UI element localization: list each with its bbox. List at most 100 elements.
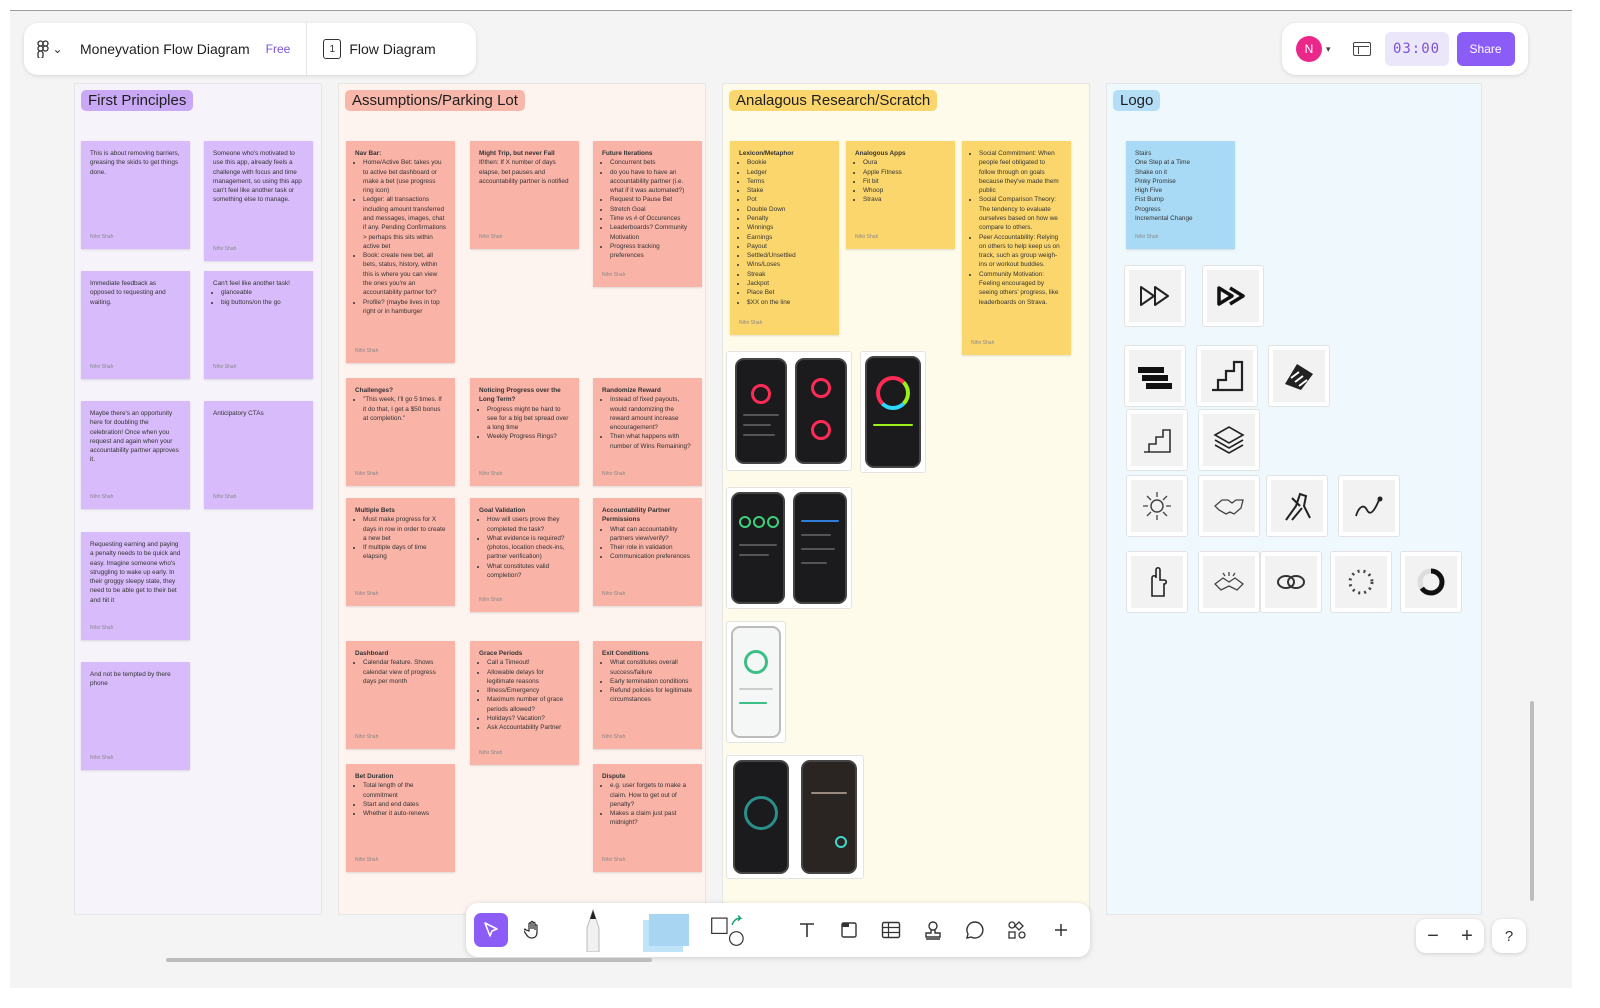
logo-tile[interactable] <box>1260 551 1322 613</box>
app-screenshot[interactable] <box>726 621 786 743</box>
logo-tile[interactable] <box>1198 475 1260 537</box>
sticky-note[interactable]: Maybe there's an opportunity here for do… <box>81 401 190 509</box>
note-line: Fist Bump <box>1135 196 1164 204</box>
logo-tile[interactable] <box>1124 345 1186 407</box>
section-title[interactable]: First Principles <box>81 90 194 111</box>
note-bullet: Whether it auto-renews <box>363 809 446 818</box>
section-tool-button[interactable] <box>832 913 866 947</box>
sticky-note[interactable]: Analogous Apps Oura Apple Fitness Fit bi… <box>846 141 955 249</box>
pen-tool-button[interactable] <box>576 907 610 953</box>
share-button[interactable]: Share <box>1456 32 1515 66</box>
app-screenshot[interactable] <box>726 755 864 879</box>
sticky-note[interactable]: Exit Conditions What constitutes overall… <box>593 641 702 749</box>
more-tools-button[interactable] <box>1044 913 1078 947</box>
comment-tool-button[interactable] <box>958 913 992 947</box>
steps-ring-icon <box>744 650 768 674</box>
sticky-note[interactable]: Dashboard Calendar feature. Shows calend… <box>346 641 455 749</box>
phone-mockup <box>733 760 789 874</box>
note-bullet: "This week, I'll go 5 times. If it do th… <box>363 395 446 423</box>
logo-tile[interactable] <box>1268 345 1330 407</box>
sticky-note[interactable]: Stairs One Step at a Time Shake on it Pi… <box>1126 141 1235 249</box>
stamp-tool-button[interactable] <box>916 913 950 947</box>
note-bullet: Oura <box>863 158 946 167</box>
shape-tool-button[interactable] <box>710 913 744 947</box>
avatar[interactable]: N <box>1296 36 1322 62</box>
note-bullet: Stretch Goal <box>610 205 693 214</box>
sticky-note[interactable]: Goal Validation How will users prove the… <box>470 498 579 612</box>
sticky-note[interactable]: Noticing Progress over the Long Term? Pr… <box>470 378 579 486</box>
logo-tile[interactable] <box>1266 475 1328 537</box>
layout-icon[interactable] <box>1352 42 1371 56</box>
sticky-note[interactable]: Lexicon/Metaphor Bookie Ledger Terms Sta… <box>730 141 839 335</box>
plan-badge[interactable]: Free <box>266 42 291 56</box>
note-bullet: Then what happens with number of Wins Re… <box>610 432 693 451</box>
main-menu-button[interactable]: ⌄ <box>24 23 76 75</box>
text-tool-button[interactable] <box>790 913 824 947</box>
logo-tile[interactable] <box>1124 265 1186 327</box>
section-title[interactable]: Logo <box>1113 90 1161 111</box>
note-bullet: Social Commitment: When people feel obli… <box>979 149 1062 195</box>
note-bullet: Wins/Loses <box>747 260 830 269</box>
sticky-note[interactable]: Bet Duration Total length of the commitm… <box>346 764 455 872</box>
section-title[interactable]: Assumptions/Parking Lot <box>345 90 525 111</box>
zoom-in-button[interactable]: + <box>1461 925 1473 948</box>
note-bullet: Request to Pause Bet <box>610 195 693 204</box>
table-tool-button[interactable] <box>874 913 908 947</box>
logo-tile[interactable] <box>1196 345 1258 407</box>
header-divider <box>306 23 308 75</box>
logo-tile[interactable] <box>1198 409 1260 471</box>
chevron-down-icon[interactable]: ▾ <box>1326 44 1331 55</box>
fist-bump-icon <box>1143 492 1171 520</box>
sticky-note[interactable]: Multiple Bets Must make progress for X d… <box>346 498 455 606</box>
sticky-note[interactable]: Nav Bar: Home/Active Bet: takes you to a… <box>346 141 455 363</box>
sticky-note[interactable]: Someone who's motivated to use this app,… <box>204 141 313 261</box>
logo-tile[interactable] <box>1330 551 1392 613</box>
shake-hands-icon <box>1214 572 1244 591</box>
sticky-note[interactable]: Social Commitment: When people feel obli… <box>962 141 1071 355</box>
vertical-scrollbar[interactable] <box>1530 701 1534 901</box>
widgets-tool-button[interactable] <box>1000 913 1034 947</box>
chevron-down-icon: ⌄ <box>52 42 63 56</box>
logo-tile[interactable] <box>1126 551 1188 613</box>
sticky-note[interactable]: Accountability Partner Permissions What … <box>593 498 702 606</box>
note-author: Nihir Shah <box>90 754 114 761</box>
sticky-note[interactable]: Might Trip, but never Fall If/then: If X… <box>470 141 579 249</box>
timer-display[interactable]: 03:00 <box>1384 32 1449 66</box>
hand-tool-button[interactable] <box>516 913 550 947</box>
sticky-note[interactable]: Grace Periods Call a Timeout! Allowable … <box>470 641 579 765</box>
sticky-note[interactable]: Dispute e.g. user forgets to make a clai… <box>593 764 702 872</box>
app-screenshot[interactable] <box>726 487 852 609</box>
sticky-note[interactable]: Requesting earning and paying a penalty … <box>81 532 190 640</box>
page-name[interactable]: Flow Diagram <box>349 41 435 57</box>
file-title[interactable]: Moneyvation Flow Diagram <box>80 41 250 57</box>
sticky-note[interactable]: This is about removing barriers, greasin… <box>81 141 190 249</box>
sticky-note[interactable]: Can't feel like another task! glanceable… <box>204 271 313 379</box>
app-screenshot[interactable] <box>860 351 926 473</box>
section-title[interactable]: Analagous Research/Scratch <box>729 90 938 111</box>
sticky-note-tool-button[interactable] <box>634 909 692 953</box>
sticky-note[interactable]: Future Iterations Concurrent bets do you… <box>593 141 702 287</box>
logo-tile[interactable] <box>1126 409 1188 471</box>
logo-tile[interactable] <box>1202 265 1264 327</box>
note-author: Nihir Shah <box>355 470 379 477</box>
app-screenshot[interactable] <box>726 351 852 471</box>
logo-tile[interactable] <box>1198 551 1260 613</box>
logo-tile[interactable] <box>1400 551 1462 613</box>
figjam-canvas[interactable]: ⌄ Moneyvation Flow Diagram Free 1 Flow D… <box>10 10 1572 988</box>
note-bullet: Leaderboards? Community Motivation <box>610 223 693 242</box>
note-bullet: Must make progress for X days in row in … <box>363 515 446 543</box>
sticky-note[interactable]: Challenges? "This week, I'll go 5 times.… <box>346 378 455 486</box>
sticky-note[interactable]: Anticipatory CTAs Nihir Shah <box>204 401 313 509</box>
help-button[interactable]: ? <box>1492 919 1526 953</box>
logo-tile[interactable] <box>1338 475 1400 537</box>
sticky-note[interactable]: Immediate feedback as opposed to request… <box>81 271 190 379</box>
phone-mockup <box>795 358 847 464</box>
table-tool-icon <box>881 921 901 939</box>
logo-tile[interactable] <box>1126 475 1188 537</box>
sticky-note[interactable]: Randomize Reward Instead of fixed payout… <box>593 378 702 486</box>
sticky-note[interactable]: And not be tempted by there phone Nihir … <box>81 662 190 770</box>
move-tool-button[interactable] <box>474 913 508 947</box>
zoom-out-button[interactable]: − <box>1427 925 1439 948</box>
note-author: Nihir Shah <box>855 233 879 240</box>
horizontal-scrollbar[interactable] <box>166 958 652 962</box>
